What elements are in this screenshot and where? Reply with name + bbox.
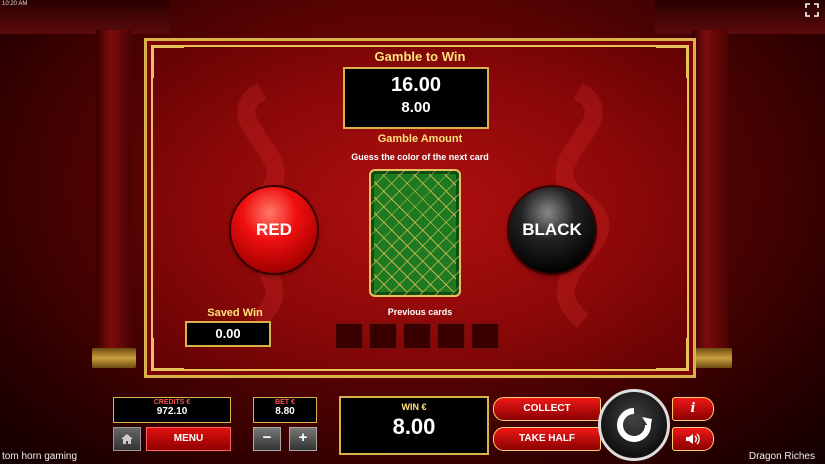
gamble-board: Gamble to Win 16.00 8.00 Gamble Amount G… <box>144 38 696 378</box>
game-name: Dragon Riches <box>748 451 815 462</box>
gamble-title: Gamble to Win <box>374 49 466 64</box>
previous-cards-row <box>335 323 499 349</box>
pillar-base-left <box>92 348 136 368</box>
clock: 10:20 AM <box>2 1 28 7</box>
previous-card-slot <box>369 323 397 349</box>
saved-win-value: 0.00 <box>185 321 271 347</box>
take-half-button[interactable]: TAKE HALF <box>493 427 601 451</box>
gamble-amount-label: Gamble Amount <box>377 133 463 145</box>
black-button[interactable]: BLACK <box>509 187 595 273</box>
win-label: WIN € <box>401 402 427 412</box>
bet-label: BET € <box>275 399 295 406</box>
refresh-icon <box>617 408 652 442</box>
gamble-amount-value: 8.00 <box>401 99 431 116</box>
face-down-card <box>369 169 461 297</box>
spin-button[interactable] <box>598 389 670 461</box>
bet-display: BET € 8.80 <box>253 397 317 423</box>
previous-card-slot <box>335 323 363 349</box>
provider-brand: tom horn gaming <box>2 451 78 462</box>
bet-value: 8.80 <box>275 406 295 417</box>
previous-cards-label: Previous cards <box>387 307 453 317</box>
pillar-right <box>692 30 728 360</box>
previous-card-slot <box>403 323 431 349</box>
collect-button[interactable]: COLLECT <box>493 397 601 421</box>
roof-right <box>655 0 825 34</box>
info-button[interactable]: i <box>672 397 714 421</box>
frame-corner <box>151 338 184 371</box>
menu-button[interactable]: MENU <box>146 427 231 451</box>
speaker-icon <box>686 433 700 445</box>
bet-decrease-button[interactable]: − <box>253 427 281 451</box>
previous-card-slot <box>437 323 465 349</box>
credits-label: CREDITS € <box>153 399 191 406</box>
game-scene: 10:20 AM Gamble to Win 16.00 8.00 Gamble… <box>0 0 825 464</box>
home-button[interactable] <box>113 427 141 451</box>
bet-increase-button[interactable]: + <box>289 427 317 451</box>
gamble-instruction: Guess the color of the next card <box>351 152 489 162</box>
previous-card-slot <box>471 323 499 349</box>
sound-button[interactable] <box>672 427 714 451</box>
pillar-left <box>96 30 132 360</box>
win-display: WIN € 8.00 <box>339 396 489 455</box>
fullscreen-icon[interactable] <box>805 3 819 17</box>
win-value: 8.00 <box>392 414 436 439</box>
gamble-values-box: 16.00 8.00 <box>343 67 489 129</box>
gamble-to-win-value: 16.00 <box>390 74 442 96</box>
home-icon <box>121 434 133 444</box>
credits-display: CREDITS € 972.10 <box>113 397 231 423</box>
frame-corner <box>656 338 689 371</box>
credits-value: 972.10 <box>156 406 188 417</box>
red-button[interactable]: RED <box>231 187 317 273</box>
